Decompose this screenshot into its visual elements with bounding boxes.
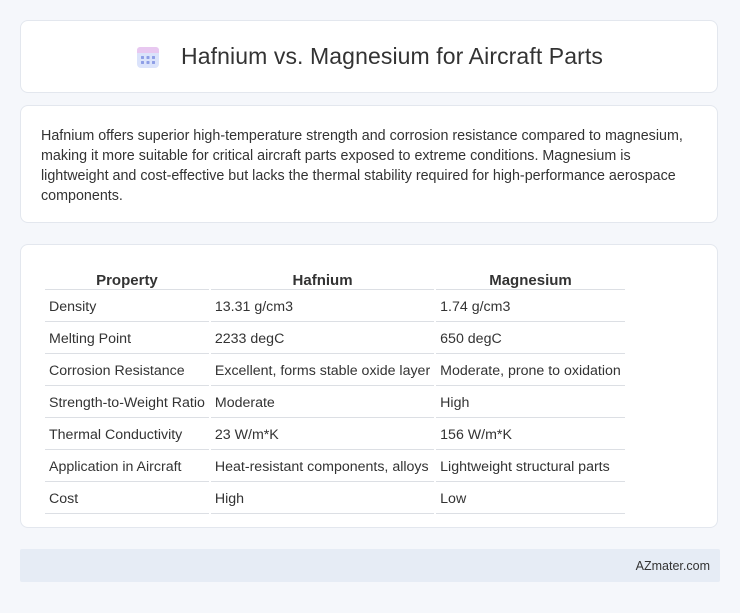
- property-cell: Density: [45, 292, 209, 322]
- table-row: Density 13.31 g/cm3 1.74 g/cm3: [45, 292, 625, 322]
- magnesium-cell: Moderate, prone to oxidation: [436, 356, 625, 386]
- magnesium-cell: 650 degC: [436, 324, 625, 354]
- table-row: Cost High Low: [45, 484, 625, 514]
- magnesium-cell: 1.74 g/cm3: [436, 292, 625, 322]
- table-row: Strength-to-Weight Ratio Moderate High: [45, 388, 625, 418]
- table-row: Melting Point 2233 degC 650 degC: [45, 324, 625, 354]
- magnesium-cell: 156 W/m*K: [436, 420, 625, 450]
- column-header-magnesium: Magnesium: [436, 267, 625, 290]
- magnesium-cell: Low: [436, 484, 625, 514]
- magnesium-cell: Lightweight structural parts: [436, 452, 625, 482]
- table-row: Corrosion Resistance Excellent, forms st…: [45, 356, 625, 386]
- table-row: Application in Aircraft Heat-resistant c…: [45, 452, 625, 482]
- title-group: Hafnium vs. Magnesium for Aircraft Parts: [135, 43, 603, 70]
- calendar-icon: [137, 46, 160, 68]
- hafnium-cell: 2233 degC: [210, 324, 435, 354]
- page-title: Hafnium vs. Magnesium for Aircraft Parts: [181, 43, 603, 69]
- column-header-hafnium: Hafnium: [210, 267, 435, 290]
- property-cell: Cost: [45, 484, 209, 514]
- comparison-card: Property Hafnium Magnesium Density 13.31…: [20, 244, 718, 528]
- title-card: Hafnium vs. Magnesium for Aircraft Parts: [20, 20, 718, 93]
- table-row: Thermal Conductivity 23 W/m*K 156 W/m*K: [45, 420, 625, 450]
- hafnium-cell: 23 W/m*K: [210, 420, 435, 450]
- footer-source-link[interactable]: AZmater.com: [636, 559, 710, 573]
- summary-card: Hafnium offers superior high-temperature…: [20, 105, 718, 223]
- magnesium-cell: High: [436, 388, 625, 418]
- column-header-property: Property: [45, 267, 209, 290]
- hafnium-cell: Excellent, forms stable oxide layer: [210, 356, 435, 386]
- table-header-row: Property Hafnium Magnesium: [45, 267, 625, 290]
- comparison-table: Property Hafnium Magnesium Density 13.31…: [43, 265, 627, 516]
- hafnium-cell: Heat-resistant components, alloys: [210, 452, 435, 482]
- property-cell: Melting Point: [45, 324, 209, 354]
- hafnium-cell: 13.31 g/cm3: [210, 292, 435, 322]
- hafnium-cell: High: [210, 484, 435, 514]
- property-cell: Thermal Conductivity: [45, 420, 209, 450]
- property-cell: Application in Aircraft: [45, 452, 209, 482]
- footer-bar: AZmater.com: [20, 549, 720, 582]
- hafnium-cell: Moderate: [210, 388, 435, 418]
- property-cell: Corrosion Resistance: [45, 356, 209, 386]
- summary-text: Hafnium offers superior high-temperature…: [41, 128, 683, 204]
- property-cell: Strength-to-Weight Ratio: [45, 388, 209, 418]
